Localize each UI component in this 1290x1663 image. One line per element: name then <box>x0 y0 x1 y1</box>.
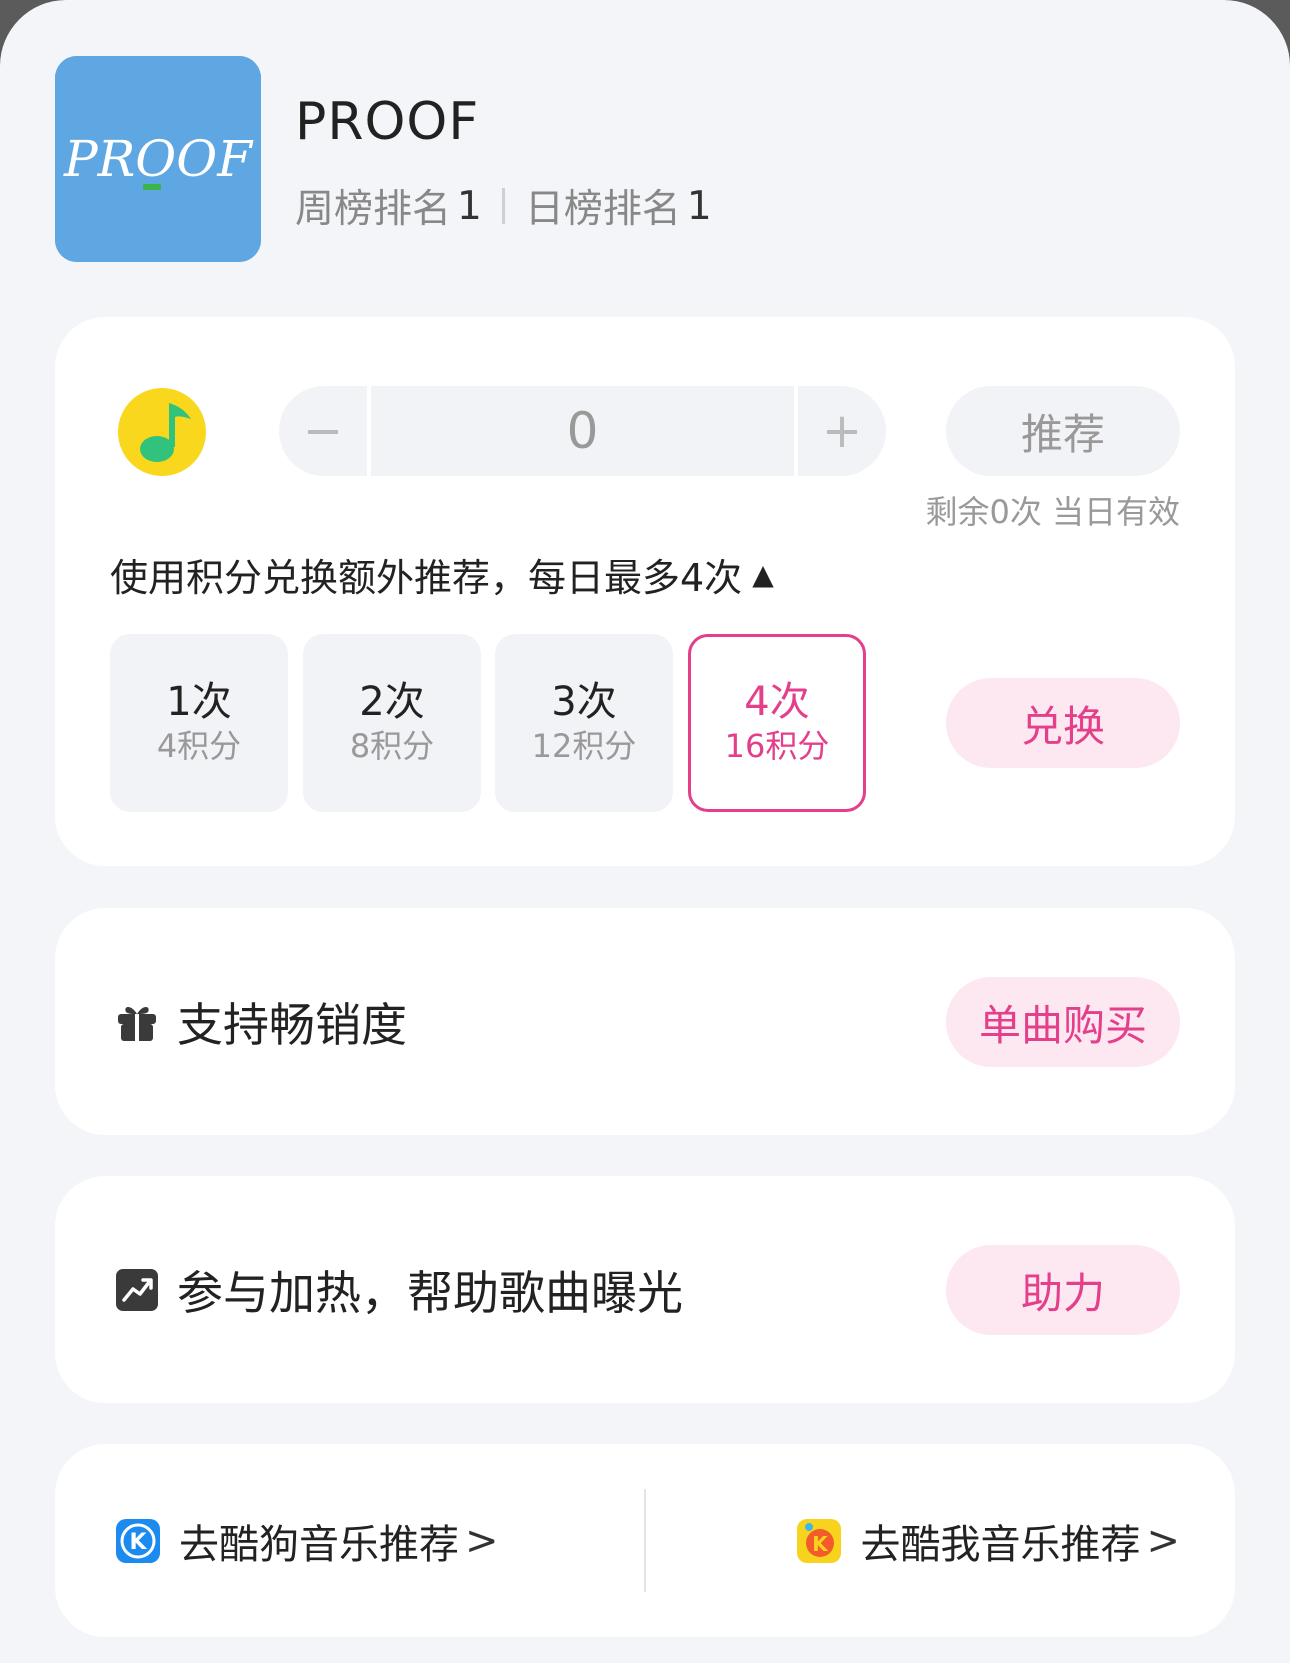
support-card: 支持畅销度 单曲购买 <box>55 908 1235 1135</box>
option-points: 4积分 <box>156 727 242 766</box>
recommend-stepper: − 0 + <box>279 386 886 476</box>
remaining-count-text: 剩余0次 当日有效 <box>925 493 1180 531</box>
boost-button[interactable]: 助力 <box>946 1245 1180 1335</box>
support-label: 支持畅销度 <box>177 997 407 1052</box>
svg-text:K: K <box>813 1532 830 1556</box>
kugou-recommend-link[interactable]: K 去酷狗音乐推荐 > <box>115 1444 499 1637</box>
kuwo-link-label: 去酷我音乐推荐 <box>860 1521 1141 1568</box>
option-points: 12积分 <box>531 727 637 766</box>
cover-text: PROOF <box>63 130 254 188</box>
trend-icon <box>116 1268 158 1311</box>
chevron-right-icon: > <box>1146 1517 1180 1564</box>
daily-rank-value: 1 <box>686 183 712 229</box>
weekly-rank-value: 1 <box>457 183 482 229</box>
decrement-button[interactable]: − <box>279 386 367 476</box>
chevron-right-icon: > <box>465 1517 499 1564</box>
qq-music-logo-icon <box>118 388 206 476</box>
svg-text:K: K <box>129 1530 147 1555</box>
option-points: 16积分 <box>724 727 830 766</box>
heat-row: 参与加热，帮助歌曲曝光 <box>115 1176 683 1403</box>
heat-label: 参与加热，帮助歌曲曝光 <box>177 1265 683 1320</box>
exchange-option-2[interactable]: 2次 8积分 <box>303 634 481 812</box>
exchange-option-3[interactable]: 3次 12积分 <box>495 634 673 812</box>
bottom-sheet: PROOF PROOF 周榜排名 1 日榜排名 1 − 0 + 推荐 剩余0次 … <box>0 0 1290 1663</box>
kugou-logo-icon: K <box>116 1518 160 1563</box>
kuwo-logo-icon: K <box>797 1518 842 1563</box>
exchange-toggle[interactable]: 使用积分兑换额外推荐，每日最多4次 ▲ <box>110 547 774 602</box>
support-row: 支持畅销度 <box>115 908 407 1135</box>
exchange-option-1[interactable]: 1次 4积分 <box>110 634 288 812</box>
option-count: 3次 <box>551 679 617 726</box>
heat-card: 参与加热，帮助歌曲曝光 助力 <box>55 1176 1235 1403</box>
collapse-triangle-icon: ▲ <box>752 558 774 591</box>
links-divider <box>644 1489 646 1592</box>
buy-single-button[interactable]: 单曲购买 <box>946 977 1180 1067</box>
cover-art-icon: PROOF <box>55 56 261 262</box>
option-points: 8积分 <box>349 727 435 766</box>
option-count: 4次 <box>744 679 810 726</box>
song-title: PROOF <box>295 92 480 152</box>
gift-icon <box>118 1006 156 1041</box>
option-count: 2次 <box>359 679 425 726</box>
rank-info: 周榜排名 1 日榜排名 1 <box>295 178 712 234</box>
kuwo-recommend-link[interactable]: K 去酷我音乐推荐 > <box>796 1444 1180 1637</box>
recommend-count-value[interactable]: 0 <box>371 386 794 476</box>
exchange-note-text: 使用积分兑换额外推荐，每日最多4次 <box>110 556 743 600</box>
external-links-card: K 去酷狗音乐推荐 > K 去酷我音乐推荐 > <box>55 1444 1235 1637</box>
exchange-option-4-selected[interactable]: 4次 16积分 <box>688 634 866 812</box>
kugou-link-label: 去酷狗音乐推荐 <box>179 1521 459 1568</box>
increment-button[interactable]: + <box>798 386 886 476</box>
album-cover: PROOF <box>55 56 261 262</box>
exchange-button[interactable]: 兑换 <box>946 678 1180 768</box>
rank-divider <box>501 188 505 224</box>
option-count: 1次 <box>166 679 232 726</box>
recommend-button[interactable]: 推荐 <box>946 386 1180 476</box>
daily-rank-label: 日榜排名 <box>524 187 681 232</box>
recommend-card: − 0 + 推荐 剩余0次 当日有效 使用积分兑换额外推荐，每日最多4次 ▲ 1… <box>55 317 1235 866</box>
weekly-rank-label: 周榜排名 <box>295 187 452 232</box>
